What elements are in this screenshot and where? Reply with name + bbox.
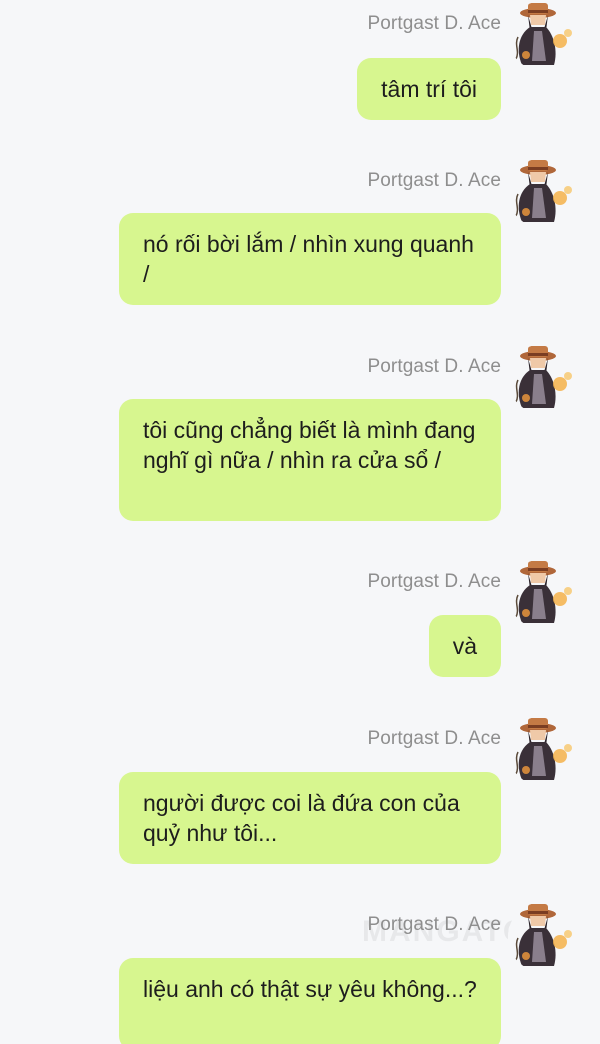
sender-name: Portgast D. Ace <box>367 356 501 377</box>
message-bubble: liệu anh có thật sự yêu không...? <box>119 958 501 1044</box>
character-avatar-icon[interactable] <box>508 716 578 786</box>
character-avatar-icon[interactable] <box>508 158 578 228</box>
message-bubble: người được coi là đứa con của quỷ như tô… <box>119 772 501 864</box>
sender-name: Portgast D. Ace <box>367 13 501 34</box>
message-bubble: tôi cũng chẳng biết là mình đang nghĩ gì… <box>119 399 501 521</box>
sender-name: Portgast D. Ace <box>367 170 501 191</box>
message-bubble: tâm trí tôi <box>357 58 501 120</box>
character-avatar-icon[interactable] <box>508 559 578 629</box>
sender-name: Portgast D. Ace <box>367 571 501 592</box>
message-bubble: và <box>428 615 501 677</box>
character-avatar-icon[interactable] <box>508 902 578 972</box>
message-bubble: nó rối bời lắm / nhìn xung quanh / <box>119 213 501 305</box>
sender-name: Portgast D. Ace <box>367 728 501 749</box>
character-avatar-icon[interactable] <box>508 1 578 71</box>
chat-thread: MANGATOON Portgast D. Ace tâm trí tôi Po… <box>0 0 600 1044</box>
sender-name: Portgast D. Ace <box>367 914 501 935</box>
character-avatar-icon[interactable] <box>508 344 578 414</box>
